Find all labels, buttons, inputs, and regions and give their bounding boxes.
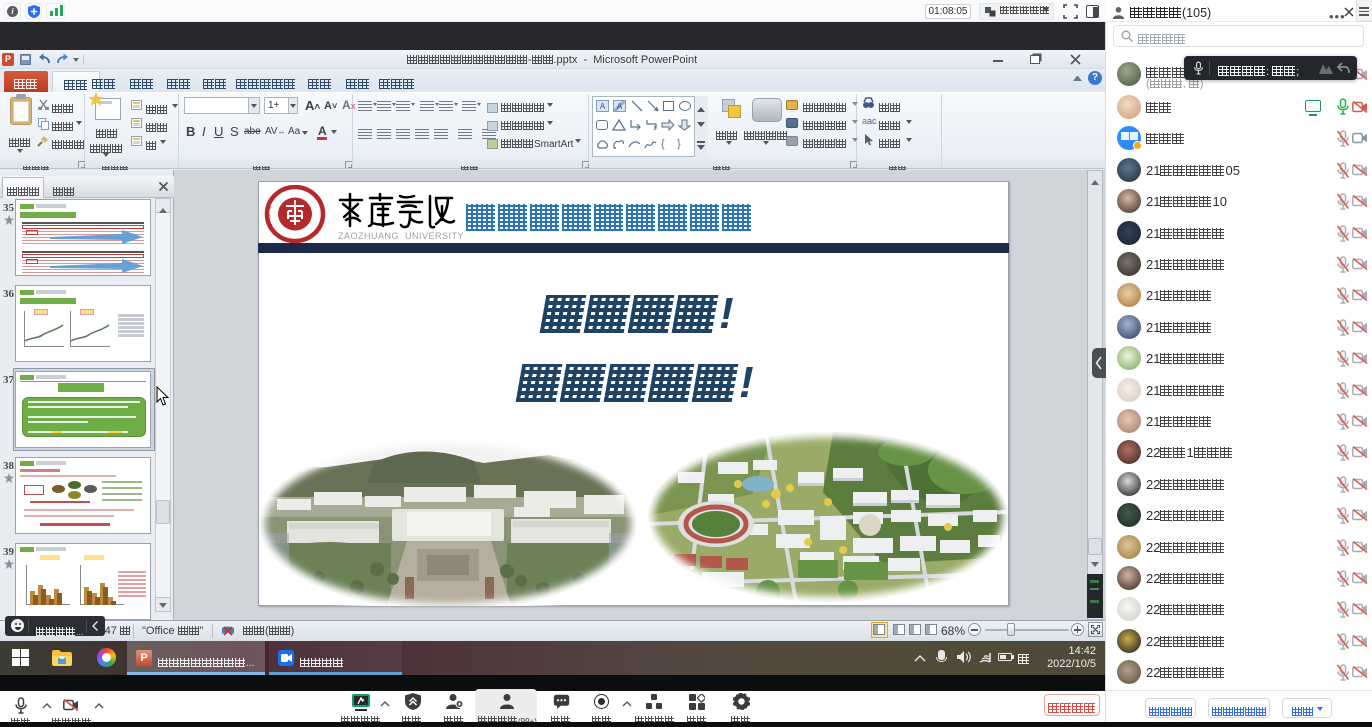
svg-text:I: I [320, 214, 325, 215]
